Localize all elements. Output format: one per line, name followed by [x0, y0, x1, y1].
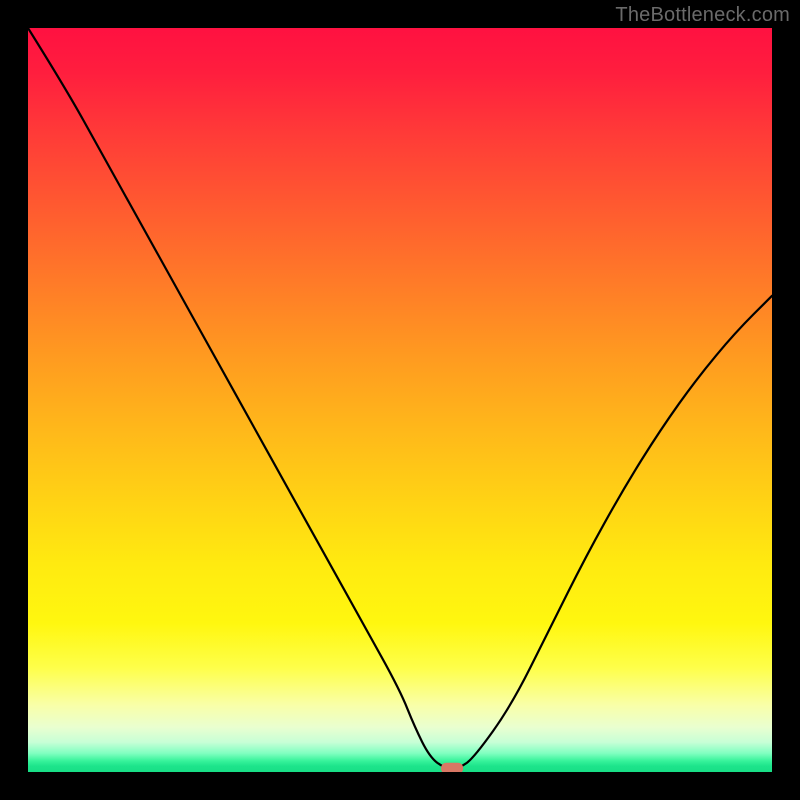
watermark-text: TheBottleneck.com [615, 4, 790, 27]
bottleneck-curve [28, 28, 772, 768]
min-marker [441, 763, 463, 772]
curve-svg [28, 28, 772, 772]
plot-area [28, 28, 772, 772]
chart-frame: TheBottleneck.com [0, 0, 800, 800]
